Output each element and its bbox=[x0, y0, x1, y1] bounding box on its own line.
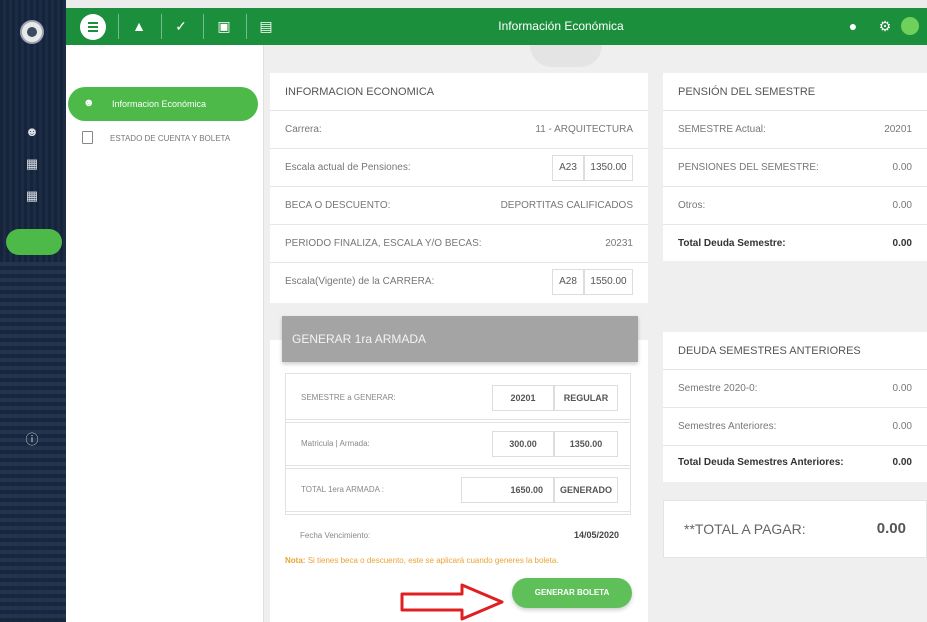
total-pagar-value: 0.00 bbox=[876, 520, 906, 537]
armada-value: 1350.00 bbox=[554, 431, 618, 457]
total-armada-status: GENERADO bbox=[554, 477, 618, 503]
page-title: Información Económica bbox=[498, 19, 624, 33]
card-title: DEUDA SEMESTRES ANTERIORES bbox=[663, 332, 927, 370]
sidebar-item-informacion-economica[interactable]: ☻ Informacion Económica bbox=[68, 87, 258, 121]
table-row: Semestre 2020-0: 0.00 bbox=[663, 370, 927, 408]
generar-armada-title: GENERAR 1ra ARMADA bbox=[282, 316, 638, 362]
calendar-icon[interactable]: ▣ bbox=[210, 8, 238, 45]
red-arrow-annotation bbox=[400, 583, 504, 621]
generar-boleta-button[interactable]: GENERAR BOLETA bbox=[512, 578, 632, 608]
total-pagar-label: **TOTAL A PAGAR: bbox=[684, 521, 806, 537]
semestre-value: 20201 bbox=[492, 385, 554, 411]
table-row: Escala(Vigente) de la CARRERA: A28 1550.… bbox=[270, 263, 648, 301]
tab-handle[interactable] bbox=[530, 45, 602, 67]
matricula-row: Matricula | Armada: 300.00 1350.00 bbox=[285, 419, 631, 469]
sidebar: ☻ Informacion Económica ESTADO DE CUENTA… bbox=[66, 45, 264, 622]
table-row: Carrera: 11 - ARQUITECTURA bbox=[270, 111, 648, 149]
university-logo-icon bbox=[20, 20, 44, 44]
status-dot bbox=[901, 17, 919, 35]
pension-semestre-card: PENSIÓN DEL SEMESTRE SEMESTRE Actual: 20… bbox=[663, 73, 927, 261]
rail-active-pill[interactable] bbox=[6, 229, 62, 255]
top-bar: ▲ ✓ ▣ ▤ Información Económica ● ⚙ bbox=[66, 8, 927, 45]
graduation-cap-icon[interactable]: ▲ bbox=[125, 8, 153, 45]
matricula-value: 300.00 bbox=[492, 431, 554, 457]
grid-icon[interactable]: ▦ bbox=[25, 189, 39, 203]
user-icon: ☻ bbox=[83, 97, 95, 109]
semestre-tipo: REGULAR bbox=[554, 385, 618, 411]
help-icon[interactable]: ⓘ bbox=[25, 433, 39, 447]
deuda-anteriores-card: DEUDA SEMESTRES ANTERIORES Semestre 2020… bbox=[663, 332, 927, 482]
sidebar-item-label: ESTADO DE CUENTA Y BOLETA bbox=[110, 134, 231, 143]
escala-amount: 1550.00 bbox=[584, 269, 633, 295]
document-icon bbox=[82, 131, 93, 144]
check-icon[interactable]: ✓ bbox=[167, 8, 195, 45]
table-row: Total Deuda Semestre: 0.00 bbox=[678, 238, 912, 249]
book-icon[interactable]: ▦ bbox=[25, 157, 39, 171]
table-row: Otros: 0.00 bbox=[663, 187, 927, 225]
table-row: Escala actual de Pensiones: A23 1350.00 bbox=[270, 149, 648, 187]
table-row: Semestres Anteriores: 0.00 bbox=[663, 408, 927, 446]
table-row: PERIODO FINALIZA, ESCALA Y/O BECAS: 2023… bbox=[270, 225, 648, 263]
user-icon[interactable]: ☻ bbox=[25, 125, 39, 139]
menu-icon[interactable] bbox=[80, 14, 106, 40]
sidebar-item-estado-cuenta[interactable]: ESTADO DE CUENTA Y BOLETA bbox=[80, 131, 264, 149]
bell-icon[interactable]: ● bbox=[839, 8, 867, 45]
escala-code: A23 bbox=[552, 155, 584, 181]
total-pagar-card: **TOTAL A PAGAR: 0.00 bbox=[663, 500, 927, 558]
total-armada-row: TOTAL 1era ARMADA : 1650.00 GENERADO bbox=[285, 465, 631, 515]
gear-icon[interactable]: ⚙ bbox=[871, 8, 899, 45]
card-title: INFORMACION ECONOMICA bbox=[270, 73, 648, 111]
nota-text: Nota: Si tienes beca o descuento, este s… bbox=[285, 556, 559, 565]
escala-amount: 1350.00 bbox=[584, 155, 633, 181]
total-armada-value: 1650.00 bbox=[461, 477, 554, 503]
table-row: SEMESTRE Actual: 20201 bbox=[663, 111, 927, 149]
table-row: Total Deuda Semestres Anteriores: 0.00 bbox=[678, 457, 912, 468]
table-row: BECA O DESCUENTO: DEPORTITAS CALIFICADOS bbox=[270, 187, 648, 225]
card-icon[interactable]: ▤ bbox=[252, 8, 280, 45]
table-row: PENSIONES DEL SEMESTRE: 0.00 bbox=[663, 149, 927, 187]
left-rail: ☻ ▦ ▦ ⓘ bbox=[0, 0, 66, 622]
semestre-generar-row: SEMESTRE a GENERAR: 20201 REGULAR bbox=[285, 373, 631, 423]
info-economica-card: INFORMACION ECONOMICA Carrera: 11 - ARQU… bbox=[270, 73, 648, 303]
escala-code: A28 bbox=[552, 269, 584, 295]
fecha-vencimiento-value: 14/05/2020 bbox=[573, 530, 619, 540]
sidebar-item-label: Informacion Económica bbox=[112, 99, 207, 109]
card-title: PENSIÓN DEL SEMESTRE bbox=[663, 73, 927, 111]
